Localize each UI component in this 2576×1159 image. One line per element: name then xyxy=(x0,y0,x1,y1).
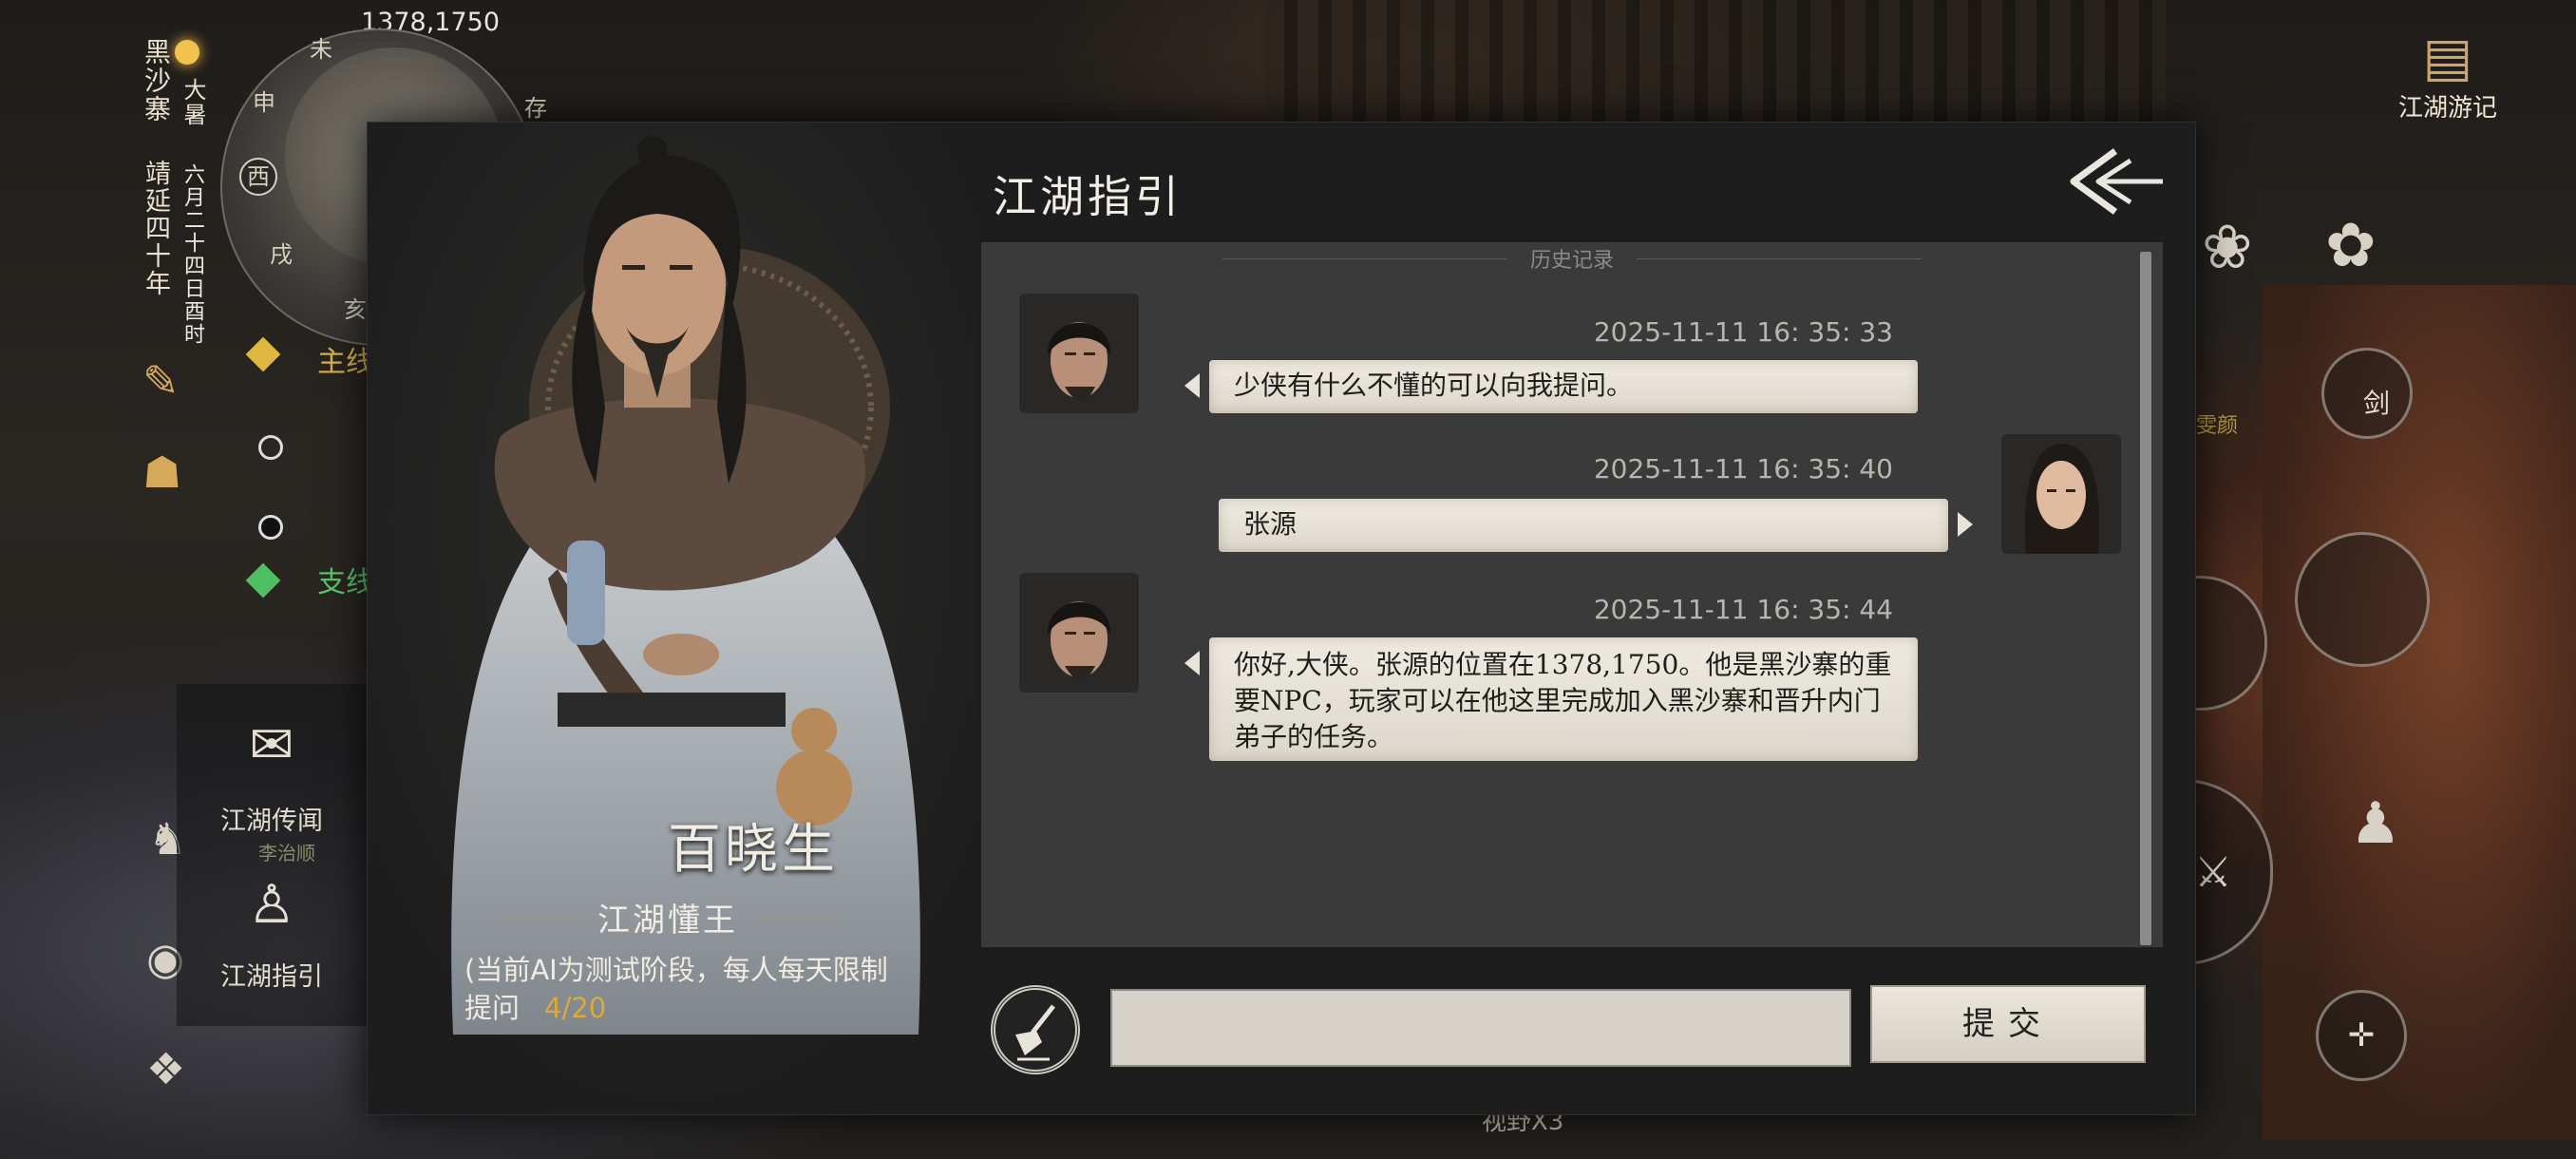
log-bundle-icon: ▤ xyxy=(2422,27,2473,88)
sword-label: 剑 xyxy=(2362,388,2390,419)
compass-mark-shen: 申 xyxy=(253,89,275,116)
chat-history-panel[interactable]: 历史记录 2025-11-11 16: 35: 33 少侠有什么不懂的可以向我提… xyxy=(981,242,2163,947)
sword-switch-button[interactable]: 剑 xyxy=(2321,348,2413,439)
quest-side-label[interactable]: 支线 xyxy=(317,559,374,600)
location-name: 黑沙寨 xyxy=(141,38,172,124)
era-line: 靖延四十年 xyxy=(141,160,170,297)
submit-button[interactable]: 提交 xyxy=(1870,985,2146,1063)
npc-message-bubble: 少侠有什么不懂的可以向我提问。 xyxy=(1184,360,1918,413)
wooden-palisade xyxy=(1263,0,2166,124)
compass-mark-xu: 戌 xyxy=(270,241,293,268)
player-message-bubble: 张源 xyxy=(1219,499,1973,552)
ai-test-note: (当前AI为测试阶段，每人每天限制提问 4/20 xyxy=(464,951,901,1027)
skill-button-1[interactable] xyxy=(2295,532,2430,667)
title-divider-left xyxy=(497,916,580,919)
target-lock-button[interactable]: ✛ xyxy=(2316,990,2407,1081)
jianghu-guide-dialog: 百晓生 江湖懂王 (当前AI为测试阶段，每人每天限制提问 4/20 江湖指引 历史… xyxy=(367,122,2196,1115)
npc-avatar xyxy=(1019,294,1139,413)
date-line: 六月二十四日酉时 xyxy=(180,163,204,346)
compass-mark-wei: 未 xyxy=(310,36,332,63)
title-divider-right xyxy=(755,916,839,919)
compass-mark-hai: 亥 xyxy=(344,296,367,323)
jianghu-seal-icon[interactable]: ✿ xyxy=(2325,211,2377,281)
quest-main-label[interactable]: 主线 xyxy=(317,338,374,380)
sun-icon xyxy=(175,40,199,65)
pet-icon[interactable]: ❀ xyxy=(2202,213,2253,283)
npc-title-row: 江湖懂王 xyxy=(497,894,839,940)
npc-avatar xyxy=(1019,573,1139,693)
player-avatar xyxy=(2001,434,2121,554)
history-label: 历史记录 xyxy=(1529,249,1614,273)
compass-mark-cun: 存 xyxy=(524,95,547,122)
guide-figure-icon[interactable]: ♙ xyxy=(186,874,357,936)
ai-test-note-text: (当前AI为测试阶段，每人每天限制提问 xyxy=(464,954,888,1024)
menu-jianghu-news[interactable]: 江湖传闻 xyxy=(186,800,357,837)
message-timestamp: 2025-11-11 16: 35: 40 xyxy=(1593,453,1893,484)
question-input[interactable] xyxy=(1110,989,1851,1067)
history-divider-right xyxy=(1637,257,1922,259)
chat-scrollbar[interactable] xyxy=(2140,252,2151,945)
history-header: 历史记录 xyxy=(981,242,2163,275)
quest-radio-1[interactable] xyxy=(258,435,283,460)
npc-message-bubble: 你好,大侠。张源的位置在1378,1750。他是黑沙寨的重要NPC，玩家可以在他… xyxy=(1184,637,1918,761)
dodge-figure-icon[interactable]: ♟ xyxy=(2350,790,2401,857)
close-back-icon[interactable] xyxy=(2064,145,2169,218)
clear-broom-icon[interactable] xyxy=(991,985,1080,1074)
quest-scroll-icon[interactable]: ✎ xyxy=(142,355,180,407)
compass-west-marker: 西 xyxy=(239,158,277,196)
chat-input-row: 提交 xyxy=(981,978,2163,1074)
message-timestamp: 2025-11-11 16: 35: 44 xyxy=(1593,594,1893,625)
npc-name: 百晓生 xyxy=(668,819,839,881)
jianghu-journal-button[interactable]: ▤ 江湖游记 xyxy=(2377,27,2519,124)
party-icon[interactable]: ☗ xyxy=(142,446,181,498)
menu-jianghu-guide[interactable]: 江湖指引 xyxy=(186,956,357,993)
red-rock-cliff xyxy=(2263,285,2576,1140)
news-scroll-icon[interactable]: ✉ xyxy=(186,714,357,776)
crosshair-icon: ✛ xyxy=(2347,1016,2376,1054)
quest-radio-2[interactable] xyxy=(258,515,283,540)
message-timestamp: 2025-11-11 16: 35: 33 xyxy=(1593,316,1893,348)
npc-hint: 李治顺 xyxy=(258,842,315,864)
dialog-title: 江湖指引 xyxy=(993,171,1183,222)
npc-title: 江湖懂王 xyxy=(597,902,738,940)
solar-term: 大暑 xyxy=(180,78,206,127)
layout-icon[interactable]: ❖ xyxy=(146,1043,185,1094)
question-quota: 4/20 xyxy=(544,992,607,1024)
jianghu-journal-label: 江湖游记 xyxy=(2397,94,2497,123)
history-divider-left xyxy=(1222,257,1507,259)
